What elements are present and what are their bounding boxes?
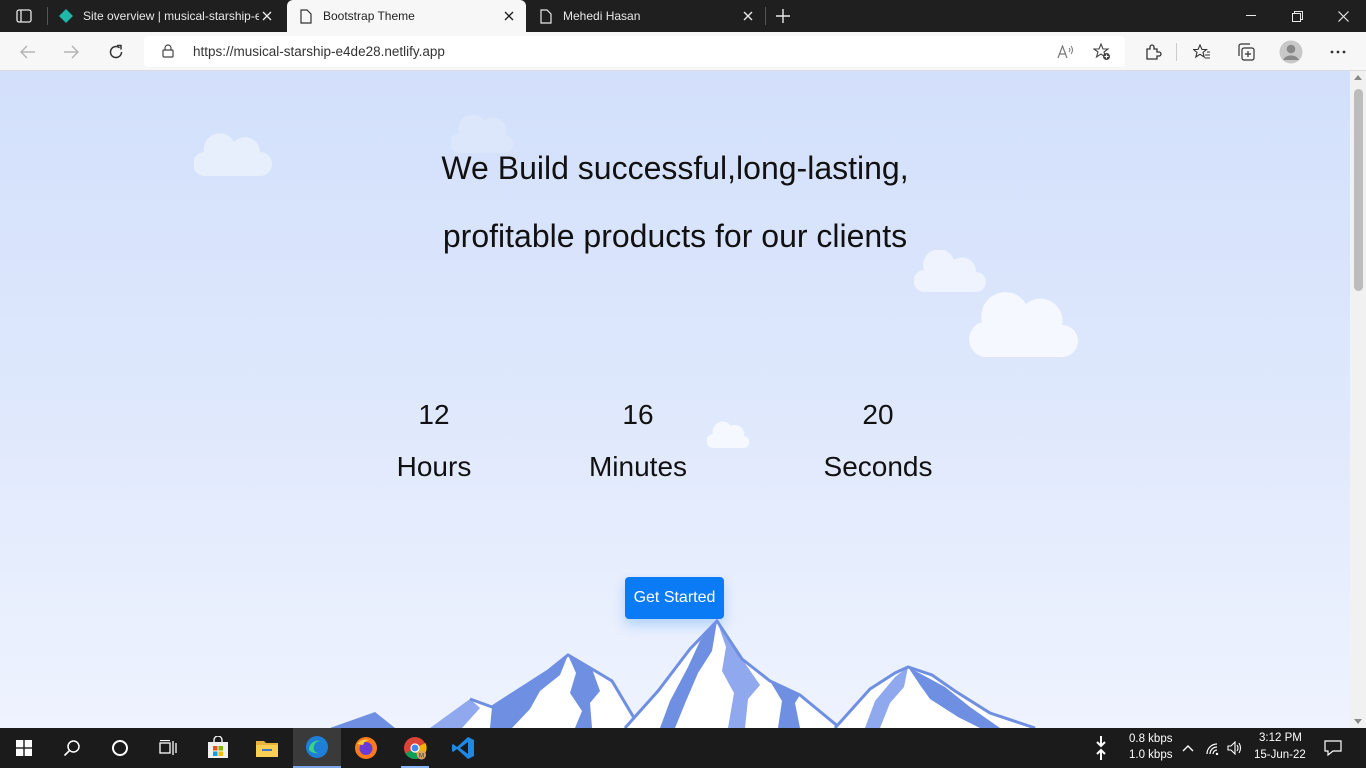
- page-viewport: We Build successful,long-lasting, profit…: [0, 71, 1350, 728]
- show-hidden-icons-icon[interactable]: [1178, 728, 1198, 768]
- tab-bootstrap-theme[interactable]: Bootstrap Theme: [287, 0, 526, 32]
- page-icon: [298, 8, 314, 24]
- refresh-icon[interactable]: [102, 38, 130, 66]
- close-tab-icon[interactable]: [260, 9, 274, 23]
- minimize-icon[interactable]: [1228, 0, 1274, 32]
- close-window-icon[interactable]: [1320, 0, 1366, 32]
- profile-avatar[interactable]: [1277, 38, 1305, 66]
- clock-time[interactable]: 3:12 PM: [1259, 732, 1302, 744]
- countdown-minutes-label: Minutes: [588, 451, 688, 482]
- toolbar-separator: [1176, 43, 1177, 61]
- countdown-hours: 12 Hours: [374, 399, 494, 483]
- cloud-decoration: [914, 250, 986, 292]
- lock-icon[interactable]: [162, 44, 174, 63]
- headline-line-2: profitable products for our clients: [442, 218, 908, 254]
- extensions-icon[interactable]: [1139, 38, 1167, 66]
- new-tab-icon[interactable]: [772, 5, 794, 27]
- read-aloud-icon[interactable]: [1054, 40, 1078, 64]
- wifi-icon[interactable]: [1202, 728, 1224, 768]
- mountain-small-left: [330, 712, 395, 728]
- windows-taskbar: M 0.8 kbps 1.0 kbps 3:12 PM 15-Jun-22: [0, 728, 1366, 768]
- microsoft-store-icon[interactable]: [194, 728, 242, 768]
- cortana-icon[interactable]: [96, 728, 144, 768]
- network-speed-arrows-icon: [1088, 728, 1114, 768]
- network-upload-speed: 1.0 kbps: [1129, 749, 1173, 761]
- close-tab-icon[interactable]: [741, 9, 755, 23]
- page-icon: [538, 8, 554, 24]
- firefox-icon[interactable]: [342, 728, 390, 768]
- countdown-seconds: 20 Seconds: [803, 399, 953, 483]
- tab-strip: Site overview | musical-starship-e Boots…: [0, 0, 1366, 32]
- search-icon[interactable]: [48, 728, 96, 768]
- vscode-icon[interactable]: [439, 728, 487, 768]
- tab-title: Mehedi Hasan: [563, 9, 641, 23]
- add-favorite-icon[interactable]: [1090, 40, 1114, 64]
- browser-toolbar: https://musical-starship-e4de28.netlify.…: [0, 32, 1366, 71]
- countdown-minutes-value: 16: [622, 399, 654, 430]
- mountain-center: [623, 618, 841, 728]
- favorites-icon[interactable]: [1188, 38, 1216, 66]
- address-bar[interactable]: https://musical-starship-e4de28.netlify.…: [144, 36, 1125, 67]
- collections-icon[interactable]: [1232, 38, 1260, 66]
- cloud-decoration: [451, 114, 513, 153]
- back-icon[interactable]: [14, 38, 42, 66]
- page-scrollbar[interactable]: [1350, 71, 1366, 728]
- tab-actions-icon[interactable]: [10, 5, 38, 27]
- cloud-decoration: [969, 292, 1078, 357]
- netlify-icon: [58, 8, 74, 24]
- countdown-minutes: 16 Minutes: [568, 399, 708, 483]
- tab-title: Site overview | musical-starship-e: [83, 9, 259, 23]
- windows-start-icon[interactable]: [0, 728, 48, 768]
- network-download-speed: 0.8 kbps: [1129, 733, 1173, 745]
- svg-text:M: M: [419, 753, 424, 759]
- tab-separator: [765, 7, 766, 25]
- more-options-icon[interactable]: [1324, 38, 1352, 66]
- clock-date[interactable]: 15-Jun-22: [1254, 749, 1306, 761]
- cloud-decoration: [707, 421, 749, 448]
- scroll-down-icon[interactable]: [1354, 719, 1362, 724]
- countdown-hours-label: Hours: [396, 451, 472, 482]
- task-view-icon[interactable]: [144, 728, 192, 768]
- countdown-seconds-value: 20: [862, 399, 894, 430]
- volume-icon[interactable]: [1224, 728, 1246, 768]
- headline-line-1: We Build successful,long-lasting,: [441, 150, 909, 186]
- url-text[interactable]: https://musical-starship-e4de28.netlify.…: [193, 44, 445, 59]
- restore-icon[interactable]: [1274, 0, 1320, 32]
- tab-site-overview[interactable]: Site overview | musical-starship-e: [48, 0, 284, 32]
- file-explorer-icon[interactable]: [243, 728, 291, 768]
- mountain-right: [833, 665, 1036, 728]
- mountain-left: [430, 653, 642, 728]
- countdown-seconds-label: Seconds: [823, 451, 933, 482]
- scroll-up-icon[interactable]: [1354, 75, 1362, 80]
- tab-title: Bootstrap Theme: [323, 9, 415, 23]
- forward-icon[interactable]: [57, 38, 85, 66]
- mountains-illustration: [330, 618, 1036, 728]
- scrollbar-thumb[interactable]: [1354, 89, 1363, 291]
- tab-mehedi-hasan[interactable]: Mehedi Hasan: [527, 0, 765, 32]
- countdown-hours-value: 12: [418, 399, 450, 430]
- close-tab-icon[interactable]: [502, 9, 516, 23]
- chrome-icon[interactable]: M: [391, 728, 439, 768]
- notifications-icon[interactable]: [1310, 728, 1356, 768]
- edge-browser-icon[interactable]: [293, 728, 341, 768]
